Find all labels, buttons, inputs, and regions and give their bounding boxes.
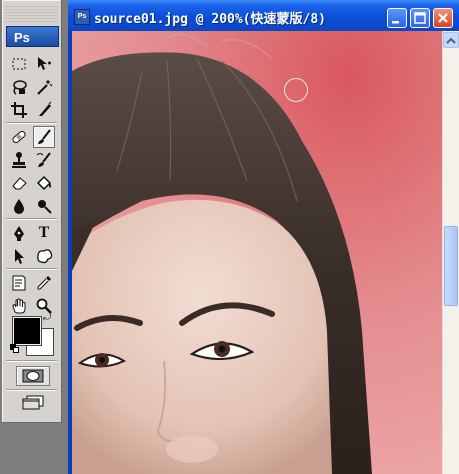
crop-tool[interactable] [8,99,30,121]
magic-wand-tool[interactable] [33,76,55,98]
photoshop-logo[interactable]: Ps [6,26,59,47]
history-brush-icon [36,152,51,167]
note-icon [12,275,26,291]
pen-tool[interactable] [8,222,30,244]
document-title: source01.jpg @ 200%(快速蒙版/8) [94,12,327,27]
custom-shape-tool[interactable] [33,245,55,267]
marquee-tool[interactable] [8,53,30,75]
scrollbar-thumb[interactable] [444,226,458,306]
vertical-scrollbar[interactable] [442,31,459,474]
brush-cursor [284,78,308,102]
eraser-tool[interactable] [8,172,30,194]
document-title-bar[interactable]: Ps source01.jpg @ 200%(快速蒙版/8) [68,0,459,31]
default-colors-icon[interactable] [10,344,20,354]
tool-separator [6,122,57,124]
eraser-icon [12,177,27,190]
dodge-icon [38,200,52,214]
default-bg-square [13,347,19,353]
history-brush-tool[interactable] [33,149,55,171]
minimize-icon [392,21,399,24]
slice-icon [39,101,52,116]
lasso-tool[interactable] [8,76,30,98]
stamp-icon [12,152,26,168]
crop-icon [11,102,27,118]
bucket-icon [36,175,52,191]
palette-grip[interactable] [5,4,58,22]
brush-tool[interactable] [33,126,55,148]
dashed-rectangle-icon [12,58,26,70]
path-selection-tool[interactable] [8,245,30,267]
screen-mode-icon [22,395,44,410]
slice-tool[interactable] [33,99,55,121]
drop-icon [14,199,24,214]
magic-wand-icon [37,80,53,95]
document-icon: Ps [74,9,90,25]
quick-mask-mode-button[interactable] [16,366,50,386]
tool-separator [6,389,57,391]
tool-separator [6,360,57,362]
dodge-tool[interactable] [33,195,55,217]
swap-colors-icon[interactable]: ⤾ [43,312,51,323]
bandage-icon [12,130,26,144]
eyedropper-icon [37,276,51,290]
arrow-icon [15,249,24,264]
brush-icon [38,129,51,144]
eyedropper-tool[interactable] [33,272,55,294]
move-icon [38,57,51,70]
document-window: Ps source01.jpg @ 200%(快速蒙版/8) [68,0,459,474]
move-tool[interactable] [33,53,55,75]
type-tool[interactable]: T [33,222,55,244]
tools-palette: Ps T ⤾ [2,0,62,423]
close-icon [438,13,448,23]
chevron-up-icon [446,37,456,44]
clone-stamp-tool[interactable] [8,149,30,171]
minimize-button[interactable] [387,8,407,28]
pen-icon [14,226,24,241]
lasso-icon [13,80,27,95]
screen-mode-button[interactable] [16,392,50,412]
healing-brush-tool[interactable] [8,126,30,148]
paint-bucket-tool[interactable] [33,172,55,194]
tool-separator [6,268,57,270]
blur-tool[interactable] [8,195,30,217]
hand-icon [12,298,26,314]
blob-shape-icon [37,249,53,264]
foreground-color-swatch[interactable] [12,316,42,346]
close-button[interactable] [433,8,453,28]
quick-mask-icon [22,369,44,383]
maximize-button[interactable] [410,8,430,28]
photo-image [72,31,442,474]
image-canvas[interactable] [72,31,442,474]
notes-tool[interactable] [8,272,30,294]
tool-separator [6,218,57,220]
maximize-icon [414,12,426,24]
scroll-up-button[interactable] [443,32,459,48]
type-icon: T [38,224,50,241]
hand-tool[interactable] [8,295,30,317]
